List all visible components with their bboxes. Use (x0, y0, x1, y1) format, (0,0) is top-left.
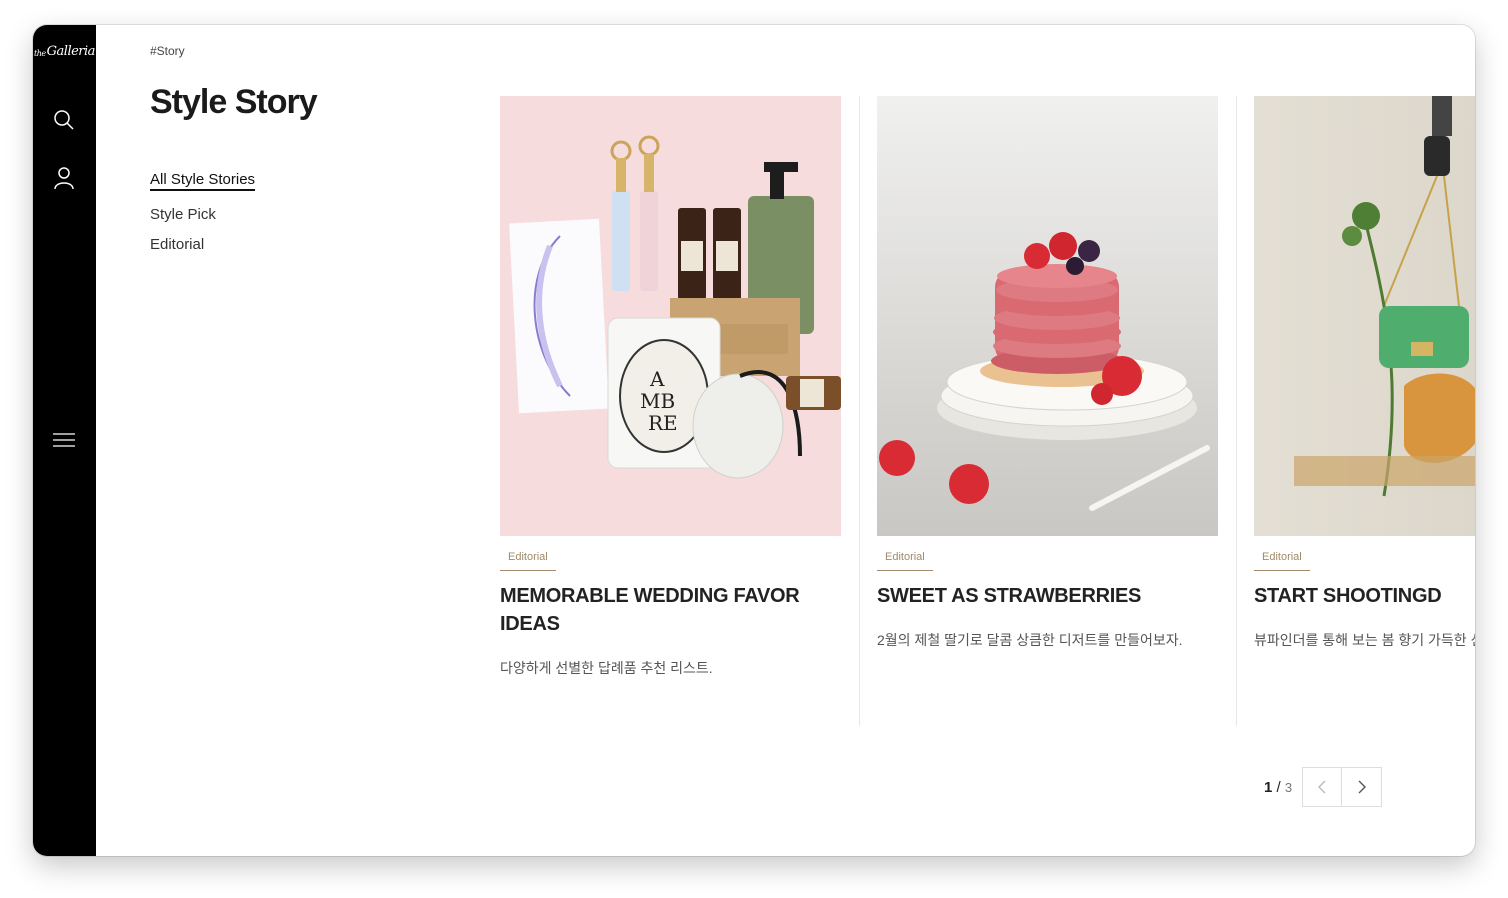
page-title: Style Story (150, 83, 318, 121)
card-category-tag[interactable]: Editorial (1254, 546, 1310, 571)
card-divider (1236, 96, 1237, 726)
category-style-pick[interactable]: Style Pick (150, 206, 255, 223)
user-icon[interactable] (52, 166, 76, 190)
card-divider (859, 96, 860, 726)
card-description: 2월의 제철 딸기로 달콤 상큼한 디저트를 만들어보자. (877, 632, 1183, 648)
browser-window: the Galleria #Story Style Story All Styl… (33, 25, 1475, 856)
previous-button[interactable] (1302, 767, 1343, 807)
svg-text:RE: RE (648, 411, 678, 435)
breadcrumb[interactable]: #Story (150, 44, 185, 58)
next-button[interactable] (1342, 767, 1383, 807)
category-all-style-stories[interactable]: All Style Stories (150, 171, 256, 191)
sidebar: the Galleria (33, 25, 96, 856)
logo-prefix: the (34, 48, 46, 58)
card-image-wedding-favors[interactable]: A MB RE (500, 96, 841, 536)
main-content: #Story Style Story All Style Stories Sty… (96, 25, 1475, 856)
card-category-tag[interactable]: Editorial (500, 546, 556, 571)
hamburger-menu-icon[interactable] (52, 428, 76, 452)
chevron-right-icon (1358, 780, 1366, 794)
page-separator: / (1276, 778, 1281, 796)
search-icon[interactable] (52, 108, 76, 132)
card-description: 뷰파인더를 통해 보는 봄 향기 가득한 신 (1254, 632, 1475, 648)
story-card[interactable]: A MB RE Editorial MEMORABLE WEDDING FAVO… (500, 96, 841, 726)
card-title[interactable]: MEMORABLE WEDDING FAVOR IDEAS (500, 582, 830, 638)
card-image-green-bag[interactable] (1254, 96, 1475, 536)
card-image-strawberry-pancakes[interactable] (877, 96, 1218, 536)
card-title[interactable]: SWEET AS STRAWBERRIES (877, 582, 1207, 610)
current-page: 1 (1264, 778, 1273, 796)
chevron-left-icon (1318, 780, 1326, 794)
card-category-tag[interactable]: Editorial (877, 546, 933, 571)
story-card[interactable]: Editorial SWEET AS STRAWBERRIES 2월의 제철 딸… (877, 96, 1218, 726)
page-counter: 1 / 3 (1264, 779, 1292, 796)
svg-text:A: A (649, 367, 665, 391)
card-description: 다양하게 선별한 답례품 추천 리스트. (500, 660, 713, 676)
logo-name: Galleria (46, 43, 96, 59)
galleria-logo[interactable]: the Galleria (33, 25, 96, 77)
story-card[interactable]: Editorial START SHOOTINGD 뷰파인더를 통해 보는 봄 … (1254, 96, 1475, 726)
carousel-pagination: 1 / 3 (1264, 767, 1383, 807)
category-nav: All Style Stories Style Pick Editorial (150, 171, 256, 266)
svg-text:MB: MB (640, 389, 675, 413)
category-editorial[interactable]: Editorial (150, 236, 255, 253)
card-title[interactable]: START SHOOTINGD (1254, 582, 1475, 610)
story-carousel: A MB RE Editorial MEMORABLE WEDDING FAVO… (500, 96, 1475, 726)
total-pages: 3 (1284, 779, 1293, 795)
